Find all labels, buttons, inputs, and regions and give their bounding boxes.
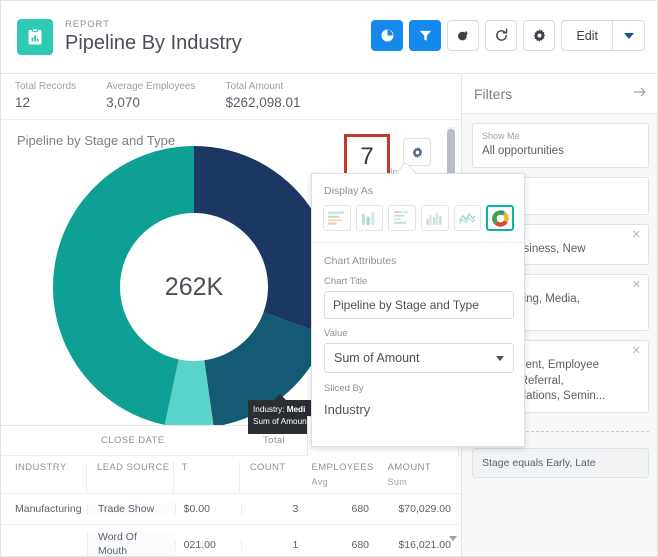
value-select-text: Sum of Amount bbox=[334, 351, 420, 365]
summary-label: Total Records bbox=[15, 80, 77, 92]
filters-title: Filters bbox=[474, 85, 513, 102]
table-row[interactable]: Manufacturing Trade Show $0.00 3 680 $70… bbox=[1, 494, 461, 525]
sliced-by-label: Sliced By bbox=[324, 383, 364, 394]
sliced-by-value[interactable]: Industry bbox=[312, 398, 524, 417]
summary-value: 12 bbox=[15, 95, 31, 111]
summary-average-employees: Average Employees 3,070 bbox=[106, 81, 195, 112]
caret-down-icon bbox=[623, 32, 634, 39]
cell-close-date: 021.00 bbox=[174, 538, 242, 551]
donut-segment[interactable] bbox=[52, 146, 194, 425]
chart-settings-popover: Display As Chart Attributes Chart Title … bbox=[311, 173, 525, 447]
chart-title-label: Chart Title bbox=[324, 276, 368, 287]
summary-strip: Total Records 12 Average Employees 3,070… bbox=[1, 74, 461, 120]
close-icon[interactable]: ✕ bbox=[632, 229, 641, 241]
summary-label: Total Amount bbox=[225, 80, 284, 92]
chart-type-stacked-bar[interactable] bbox=[388, 205, 416, 231]
settings-button[interactable] bbox=[523, 20, 556, 51]
column-header-employees[interactable]: EMPLOYEES Avg bbox=[307, 462, 379, 493]
summary-label: Average Employees bbox=[106, 80, 196, 92]
summary-total-amount: Total Amount $262,098.01 bbox=[225, 81, 300, 112]
display-as-label: Display As bbox=[324, 185, 374, 197]
top-header-close-date: CLOSE DATE bbox=[101, 435, 165, 446]
cell-close-date: $0.00 bbox=[174, 503, 242, 515]
chart-toggle-button[interactable] bbox=[371, 20, 404, 51]
report-builder-window: REPORT Pipeline By Industry Edit Total R… bbox=[0, 0, 658, 557]
cell-industry: Manufacturing bbox=[15, 503, 82, 515]
cell-count: 1 bbox=[241, 538, 310, 551]
donut-chart[interactable]: 262K bbox=[52, 146, 335, 425]
page-title: Pipeline By Industry bbox=[65, 32, 242, 55]
cell-employees: 680 bbox=[351, 503, 370, 515]
close-icon[interactable]: ✕ bbox=[632, 280, 641, 291]
chart-type-horizontal-bar[interactable] bbox=[323, 205, 351, 231]
column-header-count[interactable]: COUNT bbox=[238, 462, 308, 493]
chart-title-input[interactable] bbox=[324, 291, 514, 319]
report-eyebrow: REPORT bbox=[65, 18, 110, 30]
chart-type-options bbox=[312, 197, 524, 243]
tooltip-value: Medi bbox=[286, 405, 306, 414]
cell-lead-source: Trade Show bbox=[86, 503, 175, 515]
filter-value: All opportunities bbox=[482, 145, 564, 157]
chart-settings-gear-button[interactable] bbox=[403, 138, 431, 166]
header-titles: REPORT Pipeline By Industry bbox=[65, 18, 242, 55]
cell-amount: $70,029.00 bbox=[398, 503, 451, 515]
filter-card-show-me[interactable]: Show Me All opportunities bbox=[472, 123, 649, 168]
close-icon[interactable]: ✕ bbox=[632, 346, 641, 357]
locked-filter-item: Stage equals Early, Late bbox=[472, 447, 649, 478]
tooltip-label: Industry: bbox=[253, 405, 285, 414]
table-row[interactable]: Word Of Mouth 021.00 1 680 $16,021.00 bbox=[1, 525, 461, 556]
chart-attributes-label: Chart Attributes bbox=[324, 255, 397, 267]
column-header-industry[interactable]: INDUSTRY bbox=[1, 462, 86, 493]
chart-title: Pipeline by Stage and Type bbox=[17, 133, 176, 148]
column-header-amount[interactable]: AMOUNT Sum bbox=[379, 462, 461, 493]
edit-button-group: Edit bbox=[561, 20, 645, 51]
summary-value: 3,070 bbox=[106, 95, 140, 111]
value-field-group: Value Sum of Amount bbox=[312, 328, 524, 373]
column-header-lead-source[interactable]: LEAD SOURCE bbox=[86, 462, 173, 493]
summary-value: $262,098.01 bbox=[225, 95, 301, 111]
cell-lead-source: Word Of Mouth bbox=[86, 531, 175, 556]
edit-menu-button[interactable] bbox=[613, 20, 645, 51]
conditional-formatting-button[interactable] bbox=[447, 20, 480, 51]
chart-type-grouped-column[interactable] bbox=[420, 205, 449, 231]
refresh-button[interactable] bbox=[485, 20, 518, 51]
filter-toggle-button[interactable] bbox=[409, 20, 442, 51]
sliced-by-group: Sliced By bbox=[312, 383, 524, 394]
filter-label: Show Me bbox=[482, 131, 520, 141]
edit-button[interactable]: Edit bbox=[561, 20, 613, 51]
chevron-down-icon bbox=[496, 356, 504, 361]
header-actions: Edit bbox=[371, 20, 645, 51]
summary-total-records: Total Records 12 bbox=[15, 81, 76, 112]
arrow-right-icon[interactable] bbox=[633, 85, 647, 103]
report-clipboard-icon bbox=[17, 19, 53, 55]
chart-type-vertical-bar[interactable] bbox=[355, 205, 384, 231]
value-label: Value bbox=[324, 328, 348, 339]
chart-type-donut[interactable] bbox=[486, 205, 514, 231]
chart-title-field-group: Chart Title bbox=[312, 276, 524, 319]
column-header-close-date[interactable]: T bbox=[172, 462, 239, 493]
table-header-row: INDUSTRY LEAD SOURCE T COUNT EMPLOYEES A… bbox=[1, 456, 461, 494]
value-select[interactable]: Sum of Amount bbox=[324, 343, 514, 373]
chart-type-line[interactable] bbox=[453, 205, 482, 231]
cell-employees: 680 bbox=[351, 538, 370, 551]
cell-count: 3 bbox=[241, 503, 310, 515]
filters-header: Filters bbox=[462, 74, 657, 114]
report-header: REPORT Pipeline By Industry Edit bbox=[1, 1, 657, 74]
table-scroll-down-icon[interactable] bbox=[449, 536, 457, 541]
